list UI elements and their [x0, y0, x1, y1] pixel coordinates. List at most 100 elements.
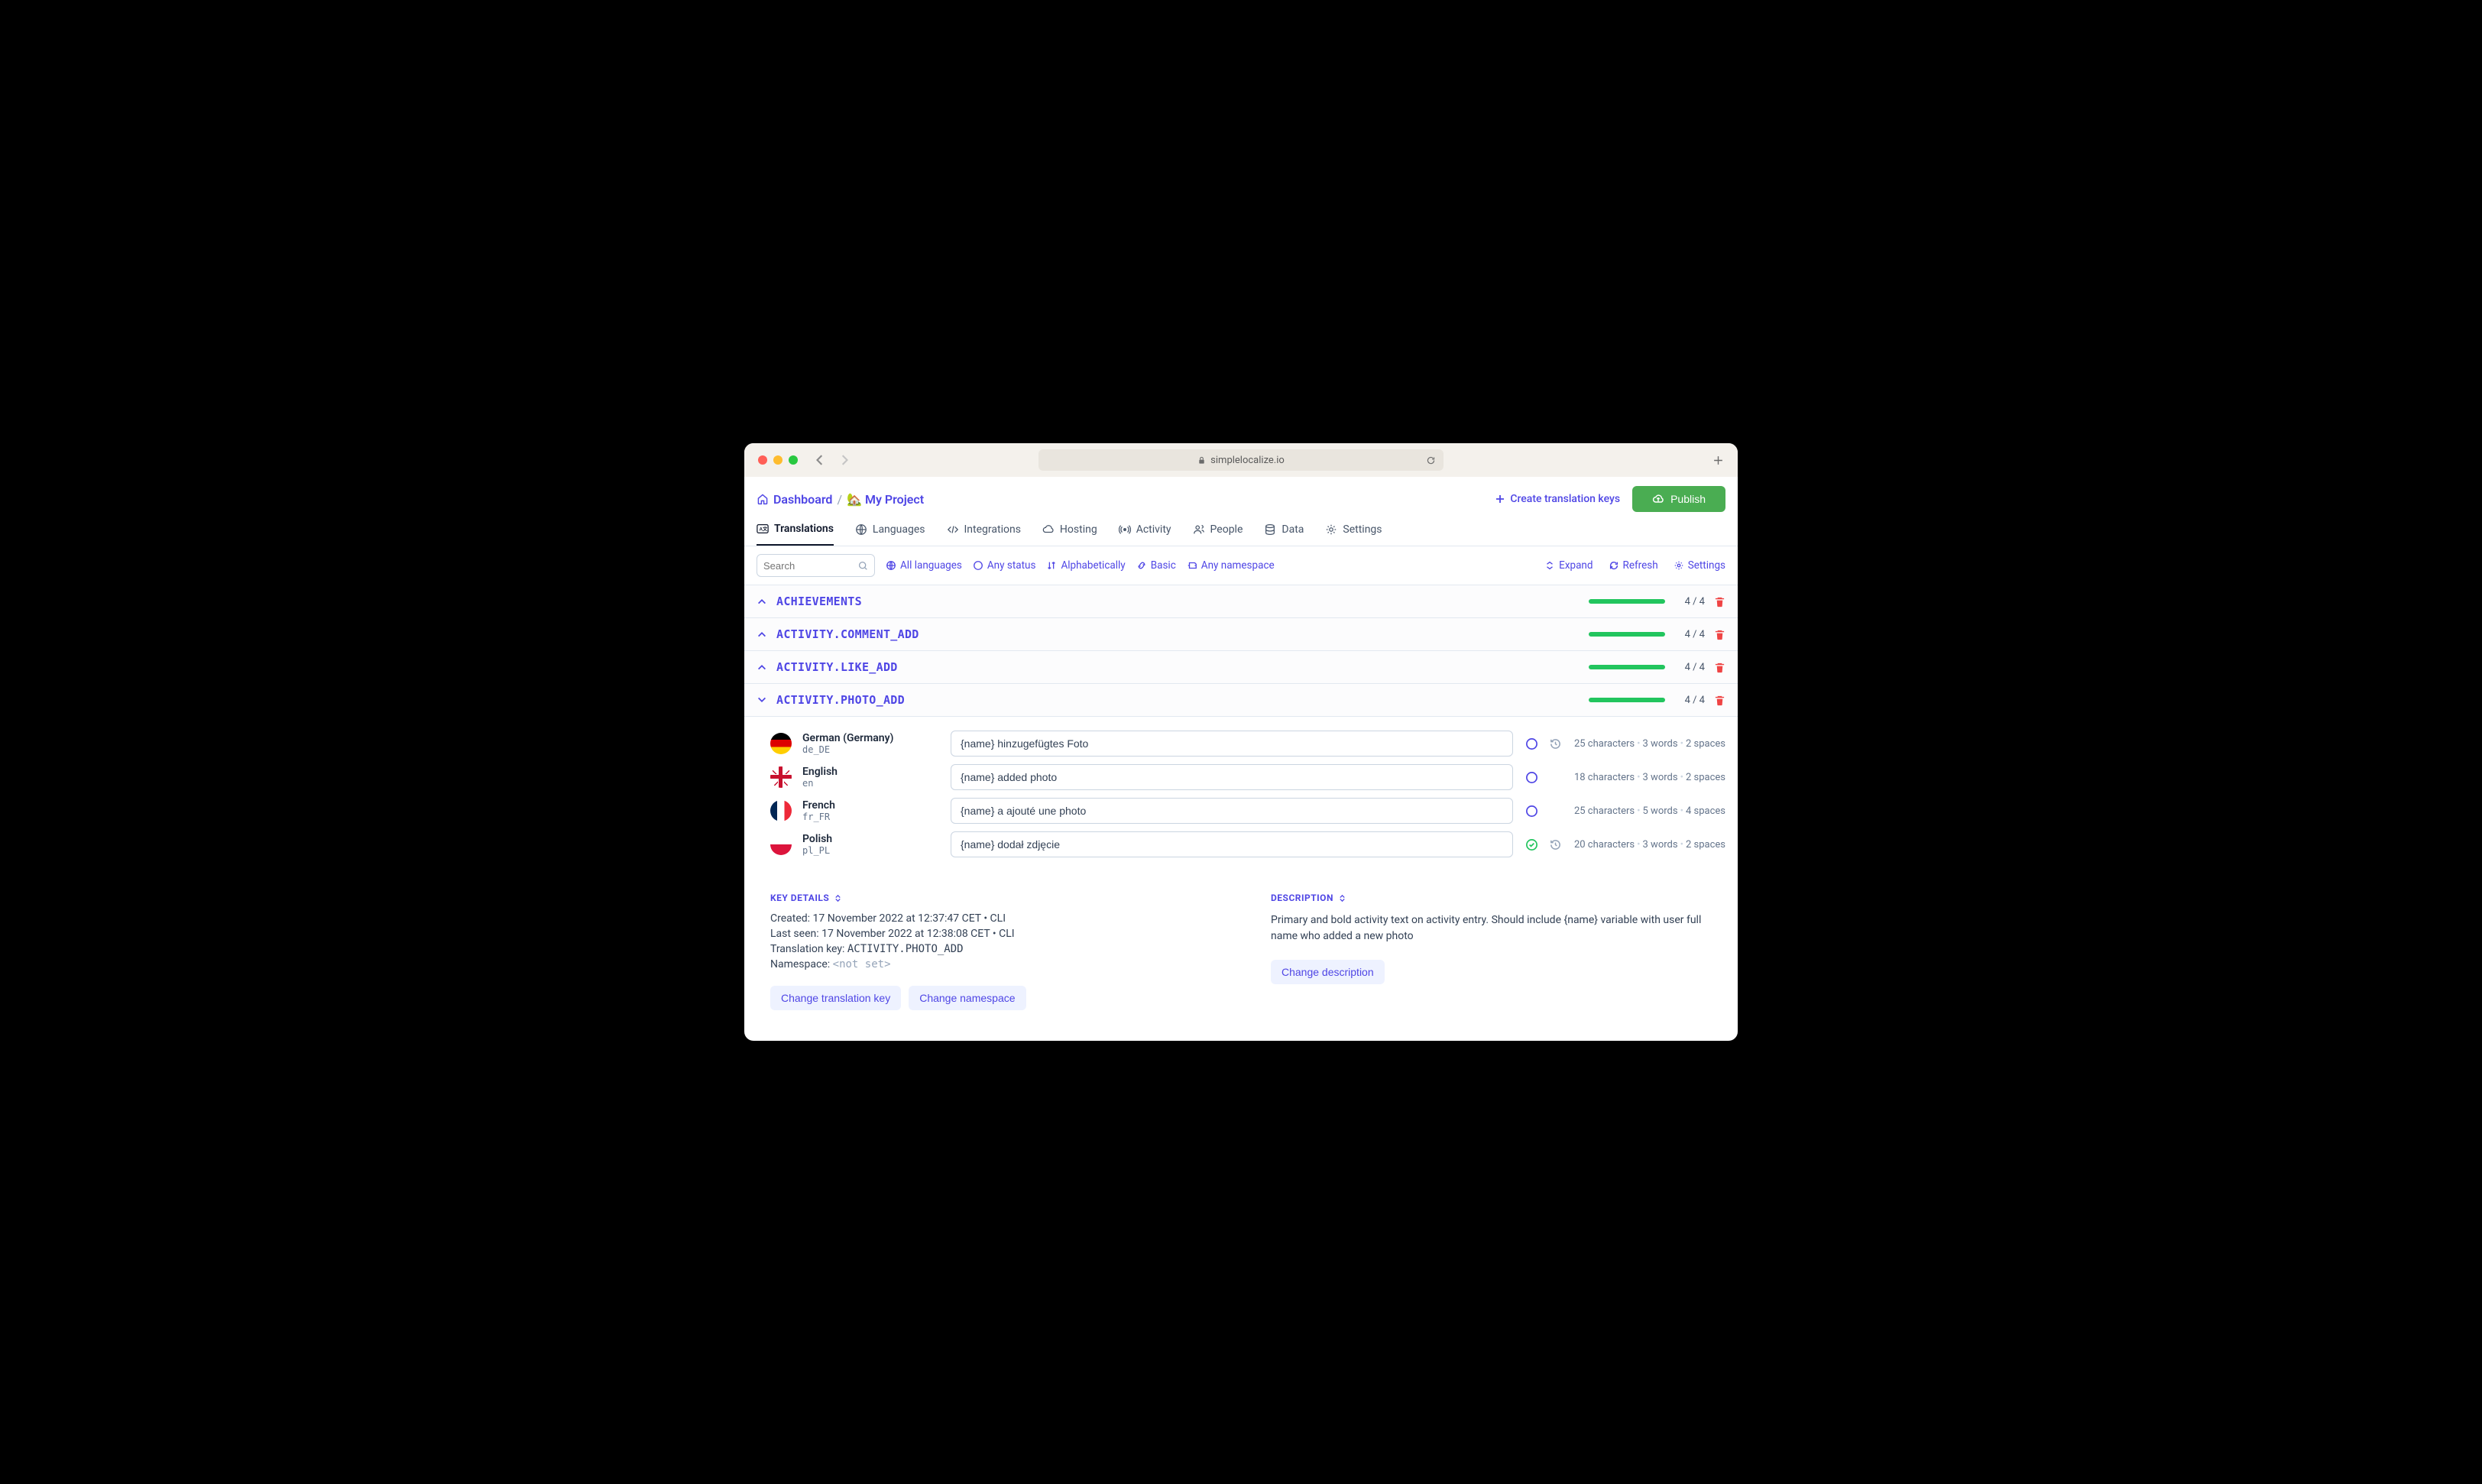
- delete-key-button[interactable]: [1714, 596, 1725, 608]
- search-icon: [858, 560, 868, 572]
- tab-languages[interactable]: Languages: [855, 523, 925, 546]
- circle-icon[interactable]: [1525, 737, 1538, 750]
- url-text: simplelocalize.io: [1210, 455, 1285, 466]
- key-row: ACHIEVEMENTS 4 / 4: [744, 585, 1738, 618]
- filter-view[interactable]: Basic: [1136, 559, 1176, 572]
- tab-people[interactable]: People: [1193, 523, 1243, 546]
- breadcrumb-separator: /: [837, 492, 842, 507]
- key-row: ACTIVITY.LIKE_ADD 4 / 4: [744, 651, 1738, 684]
- tab-integrations[interactable]: Integrations: [947, 523, 1021, 546]
- history-icon[interactable]: [1549, 838, 1562, 851]
- close-window-button[interactable]: [758, 455, 767, 465]
- back-button[interactable]: [815, 455, 825, 465]
- history-icon[interactable]: [1549, 737, 1562, 750]
- reload-button[interactable]: [1426, 455, 1436, 465]
- key-name[interactable]: ACTIVITY.LIKE_ADD: [776, 660, 898, 674]
- key-details-heading[interactable]: KEY DETAILS: [770, 893, 1225, 903]
- tab-data[interactable]: Data: [1264, 523, 1304, 546]
- description-heading[interactable]: DESCRIPTION: [1271, 893, 1725, 903]
- language-label: Polish pl_PL: [802, 833, 940, 856]
- sort-icon: [1046, 560, 1057, 571]
- translations-panel: German (Germany) de_DE 25 characters•3 w…: [744, 717, 1738, 871]
- delete-key-button[interactable]: [1714, 662, 1725, 673]
- filter-languages[interactable]: All languages: [886, 559, 962, 572]
- tab-hosting[interactable]: Hosting: [1042, 523, 1097, 546]
- publish-label: Publish: [1670, 493, 1706, 505]
- flag-icon: [770, 766, 792, 788]
- broadcast-icon: [1119, 523, 1131, 536]
- breadcrumb-project[interactable]: 🏡 My Project: [847, 492, 924, 507]
- flag-icon: [770, 800, 792, 821]
- url-bar[interactable]: simplelocalize.io: [1038, 449, 1444, 471]
- refresh-button[interactable]: Refresh: [1609, 559, 1658, 572]
- filter-status[interactable]: Any status: [973, 559, 1036, 572]
- forward-button[interactable]: [839, 455, 850, 465]
- maximize-window-button[interactable]: [789, 455, 798, 465]
- create-translation-keys-button[interactable]: Create translation keys: [1495, 493, 1620, 505]
- delete-key-button[interactable]: [1714, 629, 1725, 640]
- tab-activity[interactable]: Activity: [1119, 523, 1171, 546]
- progress-bar: [1589, 599, 1665, 604]
- filter-sort[interactable]: Alphabetically: [1046, 559, 1125, 572]
- tab-people-label: People: [1210, 523, 1243, 536]
- progress-count: 4 / 4: [1674, 596, 1705, 608]
- change-namespace-button[interactable]: Change namespace: [909, 986, 1026, 1010]
- nav-buttons: [815, 455, 850, 465]
- expand-button[interactable]: Expand: [1544, 559, 1593, 572]
- cloud-icon: [1042, 523, 1055, 536]
- status-icon: [973, 560, 983, 571]
- lock-icon: [1197, 456, 1206, 465]
- database-icon: [1264, 523, 1276, 536]
- tab-settings[interactable]: Settings: [1325, 523, 1382, 546]
- publish-button[interactable]: Publish: [1632, 486, 1725, 512]
- refresh-icon: [1609, 560, 1619, 571]
- chevron-down-icon[interactable]: [757, 695, 767, 705]
- translation-input[interactable]: [951, 798, 1513, 824]
- key-list: ACHIEVEMENTS 4 / 4 ACTIVITY.COMMENT_ADD …: [744, 585, 1738, 1041]
- expand-label: Expand: [1559, 559, 1593, 572]
- filter-view-label: Basic: [1151, 559, 1176, 572]
- translation-row: English en 18 characters•3 words•2 space…: [770, 764, 1725, 790]
- chevron-up-icon[interactable]: [757, 629, 767, 640]
- new-tab-button[interactable]: [1712, 455, 1724, 466]
- flag-icon: [770, 733, 792, 754]
- search-input[interactable]: [763, 560, 854, 572]
- chevron-up-icon[interactable]: [757, 596, 767, 607]
- chevron-up-icon[interactable]: [757, 662, 767, 672]
- translation-stats: 25 characters•3 words•2 spaces: [1573, 738, 1725, 750]
- namespace-icon: [1187, 560, 1197, 571]
- language-label: French fr_FR: [802, 799, 940, 822]
- search-input-wrapper[interactable]: [757, 554, 875, 577]
- filter-status-label: Any status: [987, 559, 1036, 572]
- check-circle-icon[interactable]: [1525, 838, 1538, 851]
- key-name[interactable]: ACTIVITY.COMMENT_ADD: [776, 627, 919, 641]
- key-row: ACTIVITY.COMMENT_ADD 4 / 4: [744, 618, 1738, 651]
- circle-icon[interactable]: [1525, 771, 1538, 784]
- translation-input[interactable]: [951, 764, 1513, 790]
- translation-input[interactable]: [951, 831, 1513, 857]
- key-name[interactable]: ACTIVITY.PHOTO_ADD: [776, 693, 905, 707]
- link-icon: [1136, 560, 1147, 571]
- expand-icon: [1544, 560, 1555, 571]
- translation-row: German (Germany) de_DE 25 characters•3 w…: [770, 731, 1725, 757]
- tab-data-label: Data: [1282, 523, 1304, 536]
- change-description-button[interactable]: Change description: [1271, 960, 1385, 984]
- tab-hosting-label: Hosting: [1060, 523, 1097, 536]
- filter-sort-label: Alphabetically: [1061, 559, 1125, 572]
- tab-settings-label: Settings: [1343, 523, 1382, 536]
- flag-icon: [770, 834, 792, 855]
- translation-input[interactable]: [951, 731, 1513, 757]
- change-translation-key-button[interactable]: Change translation key: [770, 986, 901, 1010]
- circle-icon[interactable]: [1525, 805, 1538, 818]
- list-settings-button[interactable]: Settings: [1674, 559, 1725, 572]
- translation-stats: 18 characters•3 words•2 spaces: [1573, 772, 1725, 783]
- delete-key-button[interactable]: [1714, 695, 1725, 706]
- progress-bar: [1589, 665, 1665, 669]
- tab-translations-label: Translations: [774, 523, 834, 535]
- key-name[interactable]: ACHIEVEMENTS: [776, 595, 862, 608]
- tab-translations[interactable]: A文 Translations: [757, 523, 834, 546]
- list-settings-label: Settings: [1688, 559, 1725, 572]
- breadcrumb-dashboard[interactable]: Dashboard: [757, 492, 832, 507]
- filter-namespace[interactable]: Any namespace: [1187, 559, 1275, 572]
- minimize-window-button[interactable]: [773, 455, 783, 465]
